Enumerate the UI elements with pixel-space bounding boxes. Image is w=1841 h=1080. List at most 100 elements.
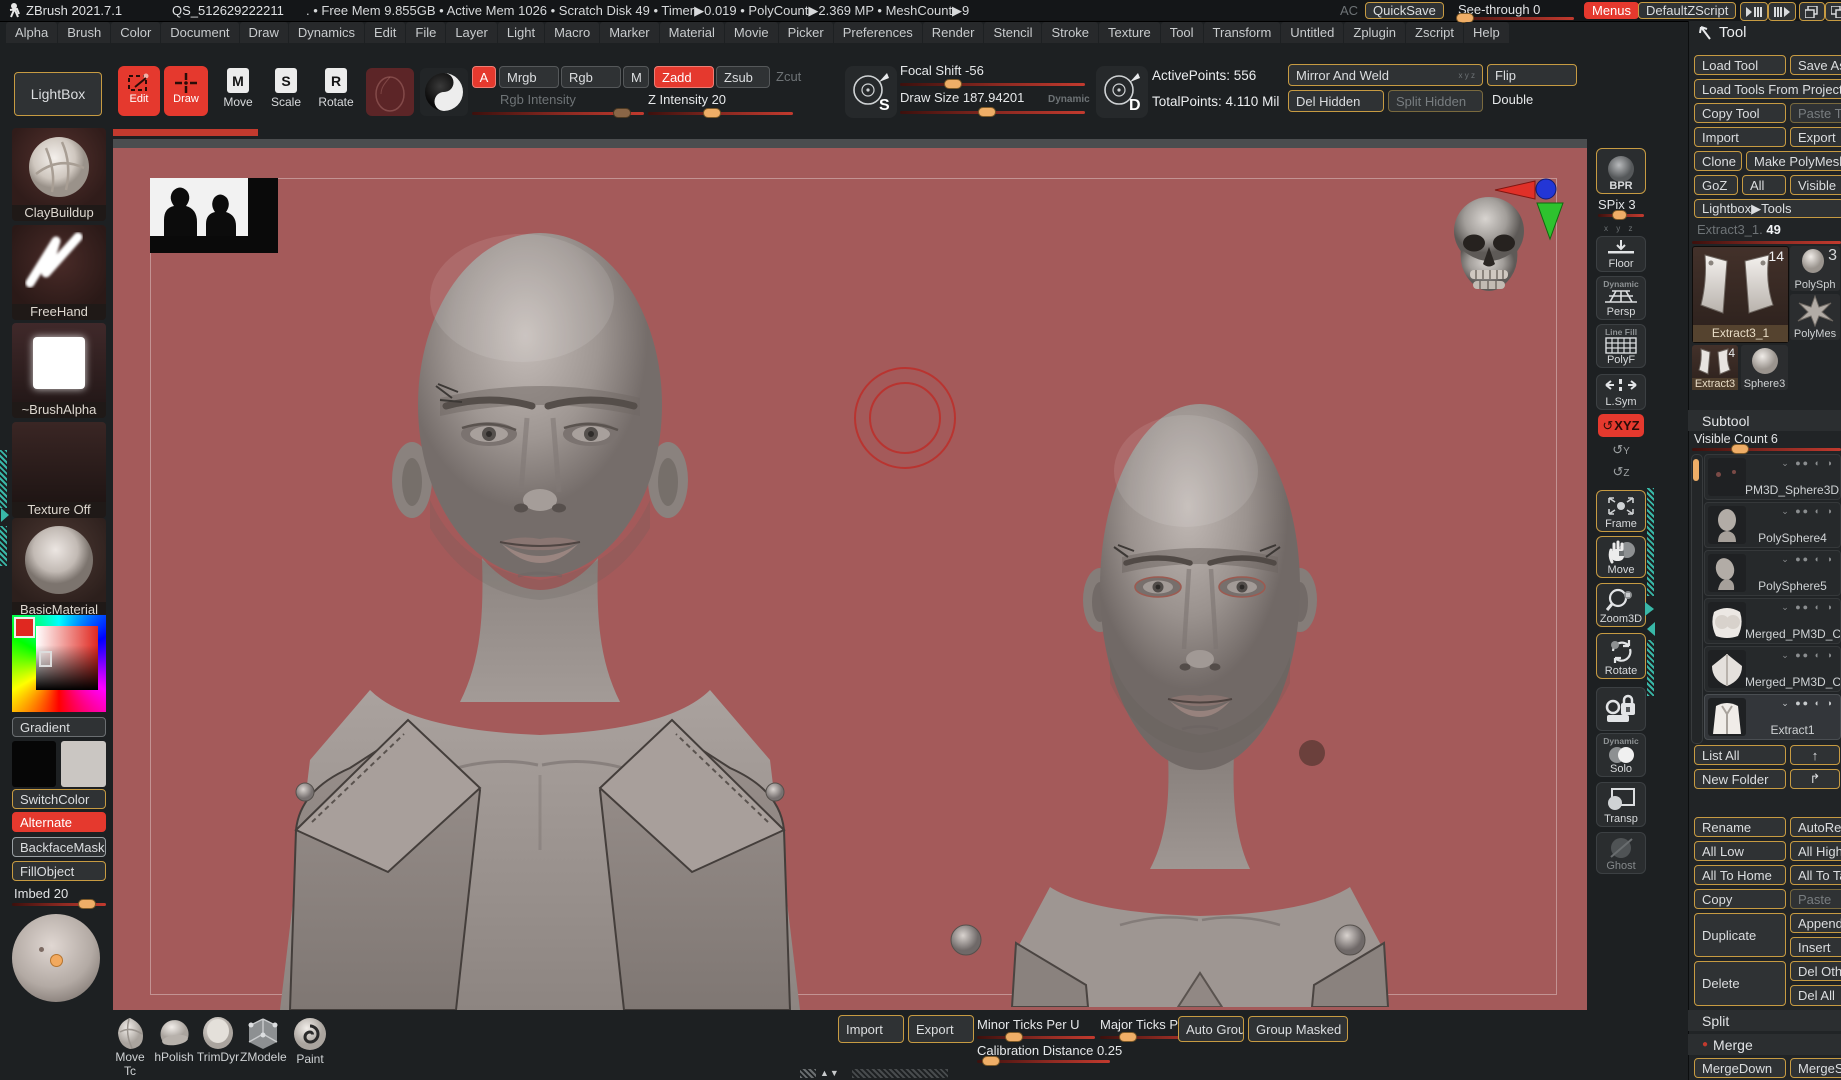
all-button[interactable]: All bbox=[1742, 175, 1786, 195]
left-tray-divider[interactable] bbox=[0, 450, 7, 508]
copy-subtool-button[interactable]: Copy bbox=[1694, 889, 1786, 909]
mirror-axes-icon[interactable]: x y z bbox=[1459, 71, 1475, 80]
menu-untitled[interactable]: Untitled bbox=[1281, 22, 1343, 43]
menu-dynamics[interactable]: Dynamics bbox=[289, 22, 364, 43]
subtool-row-4[interactable]: ⌄ ●● ◐ ◑ Merged_PM3D_Cylinder bbox=[1704, 598, 1841, 644]
tool-thumb-sphere3[interactable]: Sphere3 bbox=[1741, 345, 1788, 390]
import-tool-button[interactable]: Import bbox=[1694, 127, 1786, 147]
edit-button[interactable]: Edit bbox=[118, 66, 160, 116]
menu-texture[interactable]: Texture bbox=[1099, 22, 1160, 43]
duplicate-button[interactable]: Duplicate bbox=[1694, 913, 1786, 957]
focal-shift-label[interactable]: Focal Shift -56 bbox=[900, 63, 984, 78]
menu-transform[interactable]: Transform bbox=[1204, 22, 1281, 43]
backface-mask-button[interactable]: BackfaceMask bbox=[12, 837, 106, 857]
bottom-tray-divider2[interactable] bbox=[852, 1069, 948, 1078]
rotate-tool-button[interactable]: R Rotate bbox=[312, 68, 360, 116]
new-folder-button[interactable]: New Folder bbox=[1694, 769, 1786, 789]
menu-preferences[interactable]: Preferences bbox=[834, 22, 922, 43]
menu-tool[interactable]: Tool bbox=[1161, 22, 1203, 43]
subtool-row-6-active[interactable]: ⌄ ●● ◐ ◑ Extract1 bbox=[1704, 694, 1841, 740]
merge-section-header[interactable]: ●Merge bbox=[1688, 1034, 1841, 1055]
calibration-distance-slider[interactable] bbox=[977, 1060, 1110, 1063]
subtool-row-5[interactable]: ⌄ ●● ◐ ◑ Merged_PM3D_Cylinder bbox=[1704, 646, 1841, 692]
subtool-row-icons[interactable]: ⌄ ●● ◐ ◑ bbox=[1781, 602, 1834, 613]
secondary-color-swatch[interactable] bbox=[61, 741, 106, 787]
delete-button[interactable]: Delete bbox=[1694, 961, 1786, 1006]
right-tray-divider[interactable] bbox=[1647, 488, 1654, 596]
ghost-button[interactable]: Ghost bbox=[1596, 832, 1646, 874]
floor-button[interactable]: Floor bbox=[1596, 236, 1646, 272]
subtool-scroll-thumb[interactable] bbox=[1693, 459, 1699, 481]
dynamic-draw-size-toggle[interactable]: Dynamic bbox=[1048, 94, 1090, 105]
subtool-row-icons[interactable]: ⌄ ●● ◐ ◑ bbox=[1781, 650, 1834, 661]
paste-tool-button[interactable]: Paste Tool bbox=[1790, 103, 1841, 123]
rgb-intensity-slider[interactable] bbox=[472, 112, 644, 115]
tool-thumb-extract3[interactable]: 4 Extract3 bbox=[1692, 345, 1738, 390]
current-stroke-thumb[interactable]: FreeHand bbox=[12, 225, 106, 320]
z-intensity-slider[interactable] bbox=[648, 112, 793, 115]
quick-brush-move-topological[interactable]: Move Tc bbox=[108, 1016, 152, 1078]
split-section-header[interactable]: Split bbox=[1688, 1010, 1841, 1031]
camera-lock-button[interactable] bbox=[1596, 687, 1646, 731]
mirror-axes-mini-icon[interactable]: x y z bbox=[1604, 224, 1635, 233]
zadd-button[interactable]: Zadd bbox=[654, 66, 714, 88]
menu-material[interactable]: Material bbox=[660, 22, 724, 43]
all-to-target-button[interactable]: All To Ta bbox=[1790, 865, 1841, 885]
quick-brush-zmodeler[interactable]: ZModele bbox=[240, 1016, 286, 1064]
menu-zscript[interactable]: Zscript bbox=[1406, 22, 1463, 43]
alternate-button[interactable]: Alternate bbox=[12, 812, 106, 832]
z-rotation-icon[interactable]: ↺Z bbox=[1606, 464, 1636, 480]
goz-button[interactable]: GoZ bbox=[1694, 175, 1738, 195]
current-material-thumb[interactable]: BasicMaterial bbox=[12, 518, 106, 618]
draw-button[interactable]: Draw bbox=[164, 66, 208, 116]
current-color-swatch[interactable] bbox=[366, 68, 414, 116]
subtool-up-button[interactable]: ↑ bbox=[1790, 745, 1840, 765]
subtool-row-3[interactable]: ⌄ ●● ◐ ◑ PolySphere5 bbox=[1704, 550, 1841, 596]
menu-help[interactable]: Help bbox=[1464, 22, 1509, 43]
quicksave-button[interactable]: QuickSave bbox=[1365, 2, 1444, 19]
solo-button[interactable]: Dynamic Solo bbox=[1596, 733, 1646, 777]
lightbox-button[interactable]: LightBox bbox=[14, 72, 102, 116]
save-as-button[interactable]: Save As bbox=[1790, 55, 1841, 75]
subtool-section-header[interactable]: Subtool bbox=[1688, 410, 1841, 431]
current-tool-label[interactable]: Extract3_1. 49 bbox=[1697, 222, 1781, 237]
rgb-intensity-label[interactable]: Rgb Intensity bbox=[500, 92, 576, 107]
subtool-row-1[interactable]: ⌄ ●● ◐ ◑ PM3D_Sphere3D1_ bbox=[1704, 454, 1841, 500]
sculpt-figure-left[interactable] bbox=[150, 170, 950, 1010]
transparency-button[interactable]: Transp bbox=[1596, 782, 1646, 827]
load-tools-from-project-button[interactable]: Load Tools From Project bbox=[1694, 79, 1841, 99]
camera-skull-widget[interactable] bbox=[1443, 169, 1587, 314]
floor-export-button[interactable]: Export bbox=[908, 1015, 974, 1043]
current-alpha-thumb[interactable]: ~BrushAlpha bbox=[12, 323, 106, 418]
auto-groups-button[interactable]: Auto Groups bbox=[1178, 1016, 1244, 1042]
del-all-button[interactable]: Del All bbox=[1790, 985, 1841, 1006]
mirror-and-weld-button[interactable]: Mirror And Weldx y z bbox=[1288, 64, 1483, 86]
menu-edit[interactable]: Edit bbox=[365, 22, 405, 43]
draw-size-slider[interactable] bbox=[900, 111, 1085, 114]
current-tool-slider[interactable] bbox=[1692, 241, 1841, 244]
right-tray-arrow-open[interactable] bbox=[1645, 602, 1654, 616]
focal-shift-slider[interactable] bbox=[900, 83, 1085, 86]
m-button[interactable]: M bbox=[623, 66, 649, 88]
right-tray-divider2[interactable] bbox=[1647, 640, 1654, 696]
quick-brush-hpolish[interactable]: hPolish bbox=[152, 1016, 196, 1064]
right-tray-arrow-close[interactable] bbox=[1647, 622, 1655, 636]
flip-button[interactable]: Flip bbox=[1487, 64, 1577, 86]
append-button[interactable]: Append bbox=[1790, 913, 1841, 933]
menus-button[interactable]: Menus bbox=[1584, 2, 1639, 19]
clone-button[interactable]: Clone bbox=[1694, 151, 1742, 171]
draw-size-label[interactable]: Draw Size 187.94201 bbox=[900, 90, 1024, 105]
subtool-scrollbar[interactable] bbox=[1691, 454, 1703, 744]
zoom3d-button[interactable]: Zoom3D bbox=[1596, 583, 1646, 627]
tool-thumb-extract3-1[interactable]: 14 Extract3_1 bbox=[1692, 246, 1789, 343]
visible-count-slider[interactable] bbox=[1692, 448, 1841, 451]
a-polypaint-button[interactable]: A bbox=[472, 66, 496, 88]
all-to-home-button[interactable]: All To Home bbox=[1694, 865, 1786, 885]
left-tray-divider2[interactable] bbox=[0, 526, 7, 566]
gradient-button[interactable]: Gradient bbox=[12, 717, 106, 737]
zcut-button[interactable]: Zcut bbox=[776, 69, 801, 84]
lightbox-tools-button[interactable]: Lightbox▶Tools bbox=[1694, 199, 1841, 218]
current-brush-thumb[interactable]: ClayBuildup bbox=[12, 128, 106, 221]
menu-marker[interactable]: Marker bbox=[600, 22, 658, 43]
menu-stroke[interactable]: Stroke bbox=[1042, 22, 1098, 43]
